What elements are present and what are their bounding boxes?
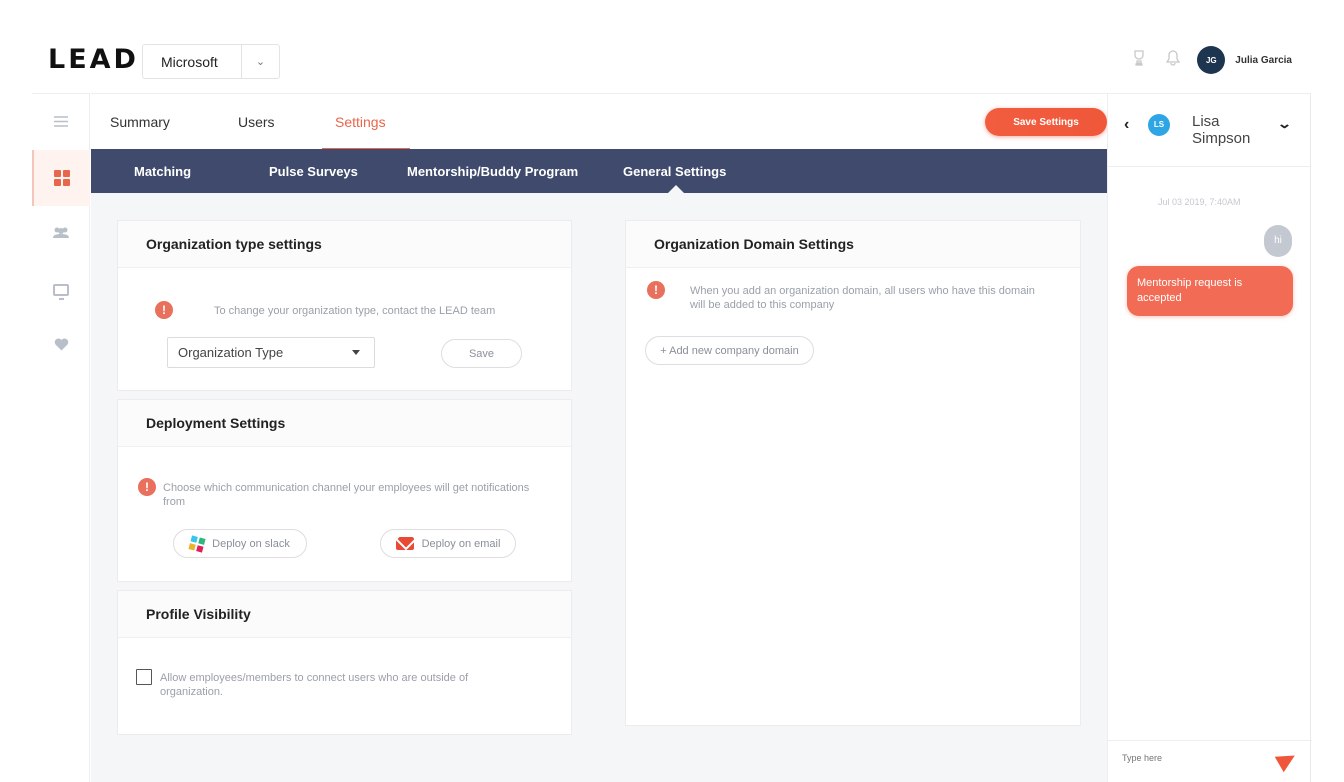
domain-title: Organization Domain Settings [626, 221, 1080, 268]
subtab-matching[interactable]: Matching [134, 164, 191, 179]
subtab-general-settings[interactable]: General Settings [623, 164, 726, 179]
deploy-slack-button[interactable]: Deploy on slack [173, 529, 307, 558]
dashboard-icon [54, 170, 70, 186]
outside-connect-checkbox[interactable] [136, 669, 152, 685]
caret-down-icon [352, 350, 360, 355]
sidebar-item-heart[interactable] [32, 318, 90, 374]
alert-icon: ! [647, 281, 665, 299]
deployment-notice: Choose which communication channel your … [163, 482, 530, 508]
gmail-icon [395, 537, 414, 550]
monitor-icon [53, 284, 69, 300]
slack-icon [188, 534, 206, 553]
chat-message-incoming: Mentorship request is accepted [1127, 266, 1293, 316]
bell-icon[interactable] [1163, 49, 1183, 71]
chevron-down-icon[interactable]: ⌄ [241, 45, 279, 78]
settings-subnav: Matching Pulse Surveys Mentorship/Buddy … [91, 149, 1107, 193]
deploy-email-label: Deploy on email [421, 537, 501, 550]
subtab-pulse-surveys[interactable]: Pulse Surveys [269, 164, 358, 179]
trophy-icon[interactable] [1129, 49, 1149, 71]
deployment-card: Deployment Settings ! Choose which commu… [117, 399, 572, 582]
left-sidebar [32, 93, 90, 782]
settings-content: Organization type settings ! To change y… [91, 193, 1107, 782]
org-type-dropdown-value: Organization Type [178, 345, 284, 360]
alert-icon: ! [138, 478, 156, 496]
top-bar: LEAD Microsoft ⌄ JG Julia Garcia [0, 0, 1344, 93]
user-name[interactable]: Julia Garcia [1235, 55, 1292, 66]
chat-header: ‹ LS Lisa Simpson ⌄ [1108, 94, 1310, 167]
org-type-card: Organization type settings ! To change y… [117, 220, 572, 391]
org-type-notice: To change your organization type, contac… [214, 305, 496, 317]
sidebar-item-dashboard[interactable] [32, 150, 90, 206]
send-icon[interactable] [1274, 747, 1300, 773]
chat-date: Jul 03 2019, 7:40AM [1158, 197, 1241, 207]
contact-avatar: LS [1148, 114, 1170, 136]
sidebar-item-menu[interactable] [32, 94, 90, 150]
main-tabs: Summary Users Settings Save Settings [91, 93, 1107, 150]
org-type-dropdown[interactable]: Organization Type [167, 337, 375, 368]
org-type-save-button[interactable]: Save [441, 339, 522, 368]
active-subtab-caret [668, 185, 684, 193]
chat-message-outgoing: hi [1264, 225, 1292, 257]
company-select[interactable]: Microsoft ⌄ [142, 44, 280, 79]
logo: LEAD [48, 44, 139, 75]
top-right-controls: JG Julia Garcia [1129, 46, 1292, 74]
profile-visibility-card: Profile Visibility Allow employees/membe… [117, 590, 572, 735]
sidebar-item-users[interactable] [32, 206, 90, 262]
menu-icon [54, 114, 68, 131]
add-domain-button[interactable]: + Add new company domain [645, 336, 814, 365]
heart-icon [54, 338, 69, 355]
domain-card: Organization Domain Settings ! When you … [625, 220, 1081, 726]
alert-icon: ! [155, 301, 173, 319]
sidebar-item-monitor[interactable] [32, 262, 90, 318]
outside-connect-label: Allow employees/members to connect users… [160, 672, 469, 698]
domain-notice: When you add an organization domain, all… [690, 285, 1035, 311]
app-root: LEAD Microsoft ⌄ JG Julia Garcia Summary… [0, 0, 1344, 782]
chat-input-area [1108, 740, 1312, 782]
users-icon [52, 226, 70, 243]
subtab-mentorship[interactable]: Mentorship/Buddy Program [407, 164, 578, 179]
deploy-email-button[interactable]: Deploy on email [380, 529, 516, 558]
chevron-down-icon[interactable]: ⌄ [1277, 116, 1292, 132]
chat-input[interactable] [1122, 753, 1262, 763]
profile-visibility-title: Profile Visibility [118, 591, 571, 638]
back-icon[interactable]: ‹ [1124, 116, 1129, 134]
chat-panel: ‹ LS Lisa Simpson ⌄ Jul 03 2019, 7:40AM … [1107, 93, 1312, 782]
tab-users[interactable]: Users [238, 114, 275, 130]
org-type-title: Organization type settings [118, 221, 571, 268]
tab-summary[interactable]: Summary [110, 114, 170, 130]
user-avatar[interactable]: JG [1197, 46, 1226, 74]
contact-name: Lisa Simpson [1192, 113, 1251, 147]
deployment-title: Deployment Settings [118, 400, 571, 447]
tab-settings[interactable]: Settings [335, 114, 386, 130]
company-select-value: Microsoft [161, 53, 218, 70]
deploy-slack-label: Deploy on slack [212, 537, 290, 550]
save-settings-button[interactable]: Save Settings [985, 108, 1107, 136]
